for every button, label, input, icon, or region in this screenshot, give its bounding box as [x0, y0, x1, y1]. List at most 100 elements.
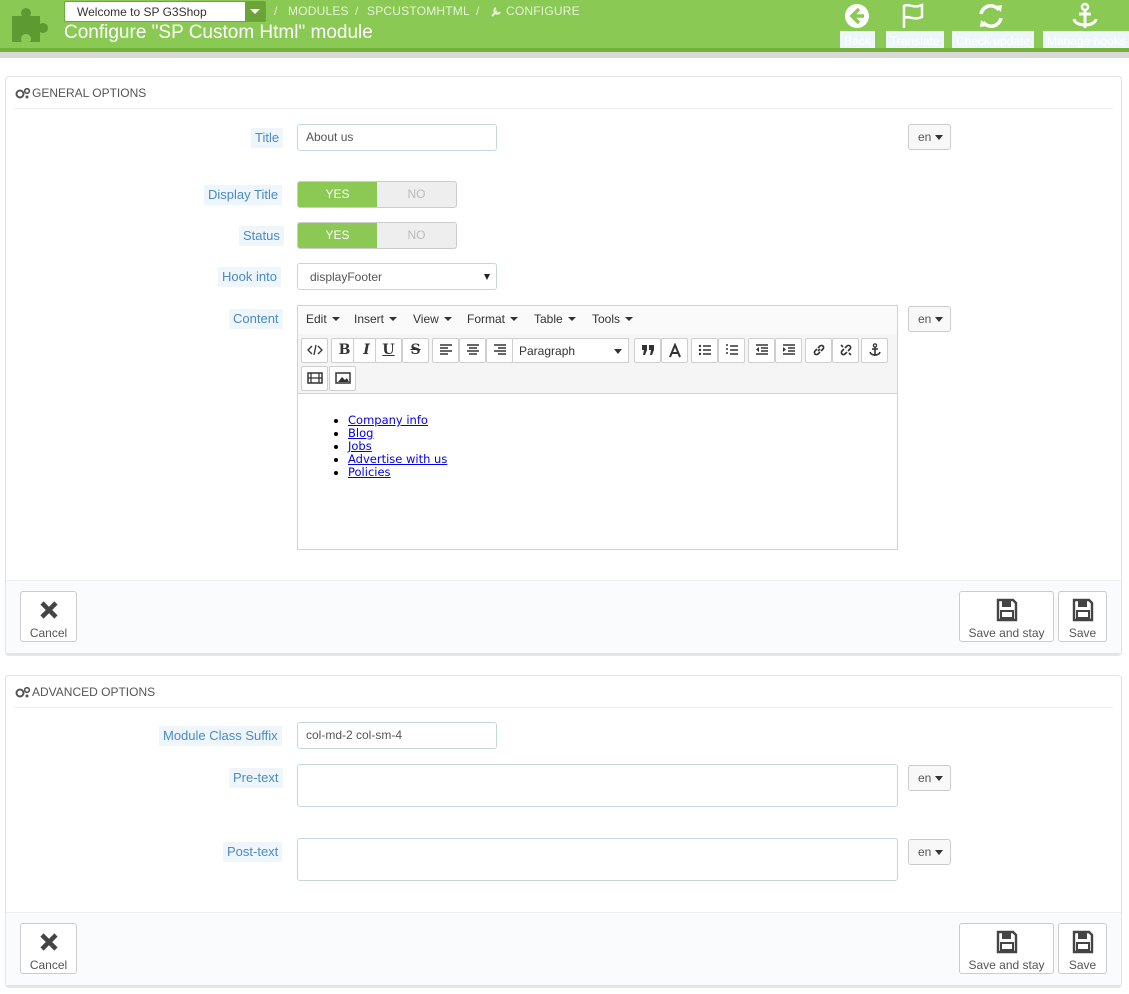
link-advertise[interactable]: Advertise with us — [348, 452, 447, 466]
close-icon — [39, 601, 58, 619]
cancel-button[interactable]: Cancel — [20, 591, 77, 642]
top-bar: Welcome to SP G3Shop / MODULES / SPCUSTO… — [0, 0, 1129, 51]
list-item: Policies — [348, 466, 447, 479]
text-color-button[interactable] — [661, 338, 688, 363]
cancel-label: Cancel — [29, 626, 68, 640]
save-and-stay-label: Save and stay — [968, 958, 1045, 972]
unlink-button[interactable] — [832, 338, 859, 363]
numbered-list-button[interactable] — [718, 338, 745, 363]
source-code-button[interactable] — [301, 338, 328, 363]
post-text-language-select[interactable]: en — [908, 839, 951, 865]
align-left-button[interactable] — [432, 338, 459, 363]
align-right-button[interactable] — [486, 338, 513, 363]
save-icon — [996, 598, 1017, 622]
status-no[interactable]: NO — [377, 223, 456, 248]
link-jobs[interactable]: Jobs — [348, 439, 372, 453]
pre-text-textarea[interactable] — [297, 764, 898, 807]
module-class-suffix-input[interactable]: col-md-2 col-sm-4 — [297, 722, 497, 749]
save-icon — [1072, 598, 1093, 622]
underline-button[interactable]: U — [375, 338, 402, 363]
outdent-button[interactable] — [748, 338, 775, 363]
panel-footer — [6, 912, 1121, 985]
manage-hooks-button[interactable]: Manage hooks — [1043, 0, 1129, 51]
cogs-icon — [15, 87, 31, 99]
cancel-button[interactable]: Cancel — [20, 923, 77, 974]
indent-button[interactable] — [775, 338, 802, 363]
pre-text-language-select[interactable]: en — [908, 765, 951, 791]
image-icon — [334, 372, 351, 384]
link-blog[interactable]: Blog — [348, 426, 373, 440]
menu-edit[interactable]: Edit — [306, 312, 340, 326]
editor-menubar: Edit Insert View Format Table Tools — [298, 306, 897, 334]
strikethrough-button[interactable]: S — [402, 338, 429, 363]
status-yes[interactable]: YES — [298, 223, 377, 248]
translate-button[interactable]: Translate — [886, 0, 944, 51]
blockquote-button[interactable] — [634, 338, 661, 363]
display-title-yes[interactable]: YES — [298, 182, 377, 207]
title-input[interactable]: About us — [297, 124, 497, 151]
format-select[interactable]: Paragraph — [512, 338, 629, 363]
editor-content[interactable]: Company info Blog Jobs Advertise with us… — [328, 414, 447, 479]
insert-link-button[interactable] — [805, 338, 832, 363]
status-toggle[interactable]: YES NO — [297, 222, 457, 249]
panel-heading: GENERAL OPTIONS — [14, 77, 1113, 109]
breadcrumb-spcustomhtml[interactable]: SPCUSTOMHTML — [367, 4, 470, 18]
menu-view[interactable]: View — [413, 312, 452, 326]
anchor-icon — [1072, 2, 1098, 28]
close-icon — [39, 933, 58, 951]
align-right-icon — [493, 344, 506, 355]
display-title-no[interactable]: NO — [377, 182, 456, 207]
menu-insert[interactable]: Insert — [354, 312, 397, 326]
breadcrumb-configure: CONFIGURE — [506, 4, 580, 18]
hook-into-label: Hook into — [218, 267, 281, 287]
insert-video-button[interactable] — [301, 366, 328, 391]
save-button[interactable]: Save — [1058, 923, 1107, 974]
save-button[interactable]: Save — [1058, 591, 1107, 642]
bullet-list-icon — [698, 344, 711, 356]
content-language-select[interactable]: en — [908, 306, 951, 332]
link-company-info[interactable]: Company info — [348, 413, 428, 427]
bullet-list-button[interactable] — [691, 338, 718, 363]
indent-icon — [782, 344, 795, 355]
display-title-toggle[interactable]: YES NO — [297, 181, 457, 208]
align-center-button[interactable] — [459, 338, 486, 363]
save-and-stay-label: Save and stay — [968, 626, 1045, 640]
title-language-select[interactable]: en — [908, 124, 951, 150]
menu-tools[interactable]: Tools — [592, 312, 633, 326]
check-update-button[interactable]: Check update — [952, 0, 1035, 51]
module-class-suffix-label: Module Class Suffix — [159, 726, 282, 746]
menu-table[interactable]: Table — [534, 312, 576, 326]
back-arrow-icon — [845, 4, 869, 28]
link-icon — [813, 344, 824, 356]
breadcrumb-separator: / — [355, 4, 359, 18]
puzzle-icon — [12, 8, 48, 42]
align-left-icon — [439, 344, 452, 355]
save-icon — [996, 930, 1017, 954]
rich-text-editor: Edit Insert View Format Table Tools B I … — [297, 305, 898, 550]
menu-format[interactable]: Format — [467, 312, 518, 326]
save-and-stay-button[interactable]: Save and stay — [959, 591, 1054, 642]
quote-icon — [641, 345, 654, 355]
insert-image-button[interactable] — [329, 366, 356, 391]
anchor-button[interactable] — [861, 338, 888, 363]
panel-footer — [6, 580, 1121, 653]
editor-toolbar: B I U S Paragraph — [298, 334, 897, 394]
save-and-stay-button[interactable]: Save and stay — [959, 923, 1054, 974]
align-center-icon — [466, 344, 479, 355]
breadcrumb-separator: / — [476, 4, 480, 18]
link-policies[interactable]: Policies — [348, 465, 391, 479]
shop-select[interactable]: Welcome to SP G3Shop — [64, 1, 266, 22]
cancel-label: Cancel — [29, 958, 68, 972]
cogs-icon — [15, 686, 31, 698]
content-list: Company info Blog Jobs Advertise with us… — [328, 414, 447, 479]
anchor-icon — [868, 343, 881, 356]
code-icon — [306, 344, 323, 356]
content-label: Content — [229, 309, 283, 329]
post-text-textarea[interactable] — [297, 838, 898, 881]
hook-into-select[interactable]: displayFooter — [297, 263, 497, 290]
chevron-down-icon — [245, 2, 265, 21]
panel-title: ADVANCED OPTIONS — [32, 685, 156, 699]
back-button[interactable]: Back — [840, 0, 875, 51]
pre-text-label: Pre-text — [229, 768, 283, 788]
breadcrumb-modules[interactable]: MODULES — [288, 4, 349, 18]
